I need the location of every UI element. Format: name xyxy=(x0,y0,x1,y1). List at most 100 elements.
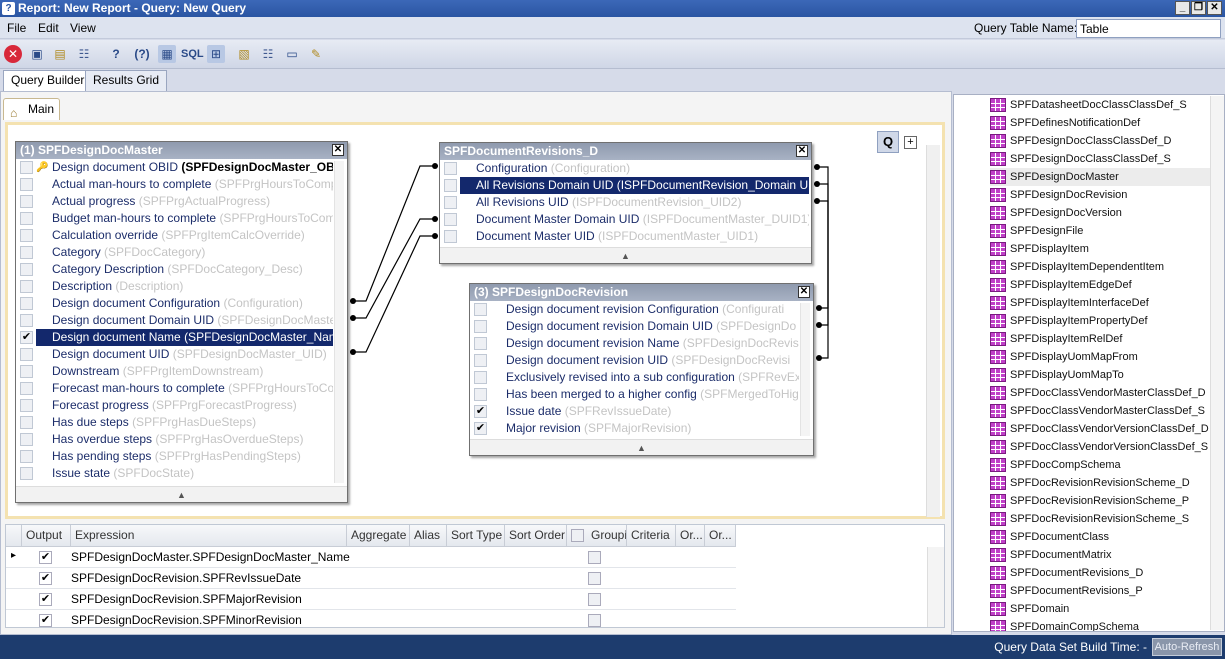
tree-item[interactable]: SPFDisplayItemDependentItem xyxy=(990,258,1210,276)
grid-header-or-2[interactable]: Or... xyxy=(705,525,736,547)
table-column-row[interactable]: Budget man-hours to complete (SPFPrgHour… xyxy=(16,210,333,227)
tree-item[interactable]: SPFDocumentMatrix xyxy=(990,546,1210,564)
table-column-row[interactable]: Has due steps (SPFPrgHasDueSteps) xyxy=(16,414,333,431)
column-checkbox[interactable] xyxy=(20,399,33,412)
column-checkbox[interactable] xyxy=(444,196,457,209)
table-column-row[interactable]: Exclusively revised into a sub configura… xyxy=(470,369,799,386)
grouping-checkbox[interactable] xyxy=(588,614,601,627)
tree-item[interactable]: SPFDocCompSchema xyxy=(990,456,1210,474)
table-tree[interactable]: SPFDatasheetDocClassClassDef_S SPFDefines… xyxy=(953,94,1225,632)
table-column-row[interactable]: Description (Description) xyxy=(16,278,333,295)
column-checkbox[interactable] xyxy=(20,246,33,259)
column-checkbox[interactable] xyxy=(20,365,33,378)
table-header[interactable]: (1) SPFDesignDocMaster ✕ xyxy=(16,142,347,159)
tree-item[interactable]: SPFDocClassVendorMasterClassDef_S xyxy=(990,402,1210,420)
expression-cell[interactable]: SPFDesignDocRevision.SPFMajorRevision xyxy=(71,592,302,606)
tree-item[interactable]: SPFDocumentClass xyxy=(990,528,1210,546)
tree-item[interactable]: SPFDesignDocClassClassDef_D xyxy=(990,132,1210,150)
table-scrollbar[interactable] xyxy=(334,161,344,483)
tree-item[interactable]: SPFDisplayUomMapTo xyxy=(990,366,1210,384)
grouping-checkbox[interactable] xyxy=(588,551,601,564)
table-column-row[interactable]: Design document revision Configuration (… xyxy=(470,301,799,318)
tree-item[interactable]: SPFDesignFile xyxy=(990,222,1210,240)
tree-item[interactable]: SPFDesignDocMaster xyxy=(990,168,1210,186)
auto-refresh-button[interactable]: Auto-Refresh xyxy=(1152,638,1222,656)
table-header[interactable]: SPFDocumentRevisions_D ✕ xyxy=(440,143,811,160)
collapse-table-icon[interactable]: ▲ xyxy=(16,486,347,502)
table-column-row[interactable]: Design document Configuration (Configura… xyxy=(16,295,333,312)
table-column-row[interactable]: Design document UID (SPFDesignDocMaster_… xyxy=(16,346,333,363)
column-checkbox[interactable] xyxy=(20,280,33,293)
column-checkbox[interactable] xyxy=(444,179,457,192)
output-checkbox[interactable]: ✔ xyxy=(39,593,52,606)
table-column-row[interactable]: Document Master Domain UID (ISPFDocument… xyxy=(440,211,809,228)
tree-item[interactable]: SPFDefinesNotificationDef xyxy=(990,114,1210,132)
column-checkbox[interactable] xyxy=(20,450,33,463)
tree-item[interactable]: SPFDocClassVendorMasterClassDef_D xyxy=(990,384,1210,402)
tree-item[interactable]: SPFDisplayItem xyxy=(990,240,1210,258)
grid-header-aggregate[interactable]: Aggregate xyxy=(347,525,410,547)
table-column-row[interactable]: Has pending steps (SPFPrgHasPendingSteps… xyxy=(16,448,333,465)
table-column-row[interactable]: Design document revision UID (SPFDesignD… xyxy=(470,352,799,369)
grid-header-sort-type[interactable]: Sort Type xyxy=(447,525,505,547)
column-checkbox[interactable] xyxy=(20,416,33,429)
grid-header-or-1[interactable]: Or... xyxy=(676,525,705,547)
expression-cell[interactable]: SPFDesignDocMaster.SPFDesignDocMaster_Na… xyxy=(71,550,350,564)
column-checkbox[interactable] xyxy=(20,195,33,208)
table-column-row[interactable]: Category Description (SPFDocCategory_Des… xyxy=(16,261,333,278)
tree-item[interactable]: SPFDomainCompSchema xyxy=(990,618,1210,631)
table-spfdesigndocmaster[interactable]: (1) SPFDesignDocMaster ✕ 🔑 Design document… xyxy=(15,141,348,503)
tree-item[interactable]: SPFDisplayItemInterfaceDef xyxy=(990,294,1210,312)
minimize-button[interactable]: _ xyxy=(1175,1,1190,15)
table-column-row[interactable]: Actual progress (SPFPrgActualProgress) xyxy=(16,193,333,210)
column-checkbox[interactable] xyxy=(20,229,33,242)
column-checkbox[interactable] xyxy=(20,314,33,327)
zoom-plus-button[interactable]: + xyxy=(904,136,917,149)
column-checkbox[interactable] xyxy=(474,320,487,333)
grid-row[interactable]: ▸ ✔ SPFDesignDocMaster.SPFDesignDocMaster_… xyxy=(6,547,736,568)
canvas-scrollbar[interactable] xyxy=(926,145,940,517)
tree-item[interactable]: SPFDocRevisionRevisionScheme_D xyxy=(990,474,1210,492)
column-checkbox[interactable]: ✔ xyxy=(474,422,487,435)
column-checkbox[interactable] xyxy=(474,371,487,384)
query-table-name-input[interactable]: Table xyxy=(1076,19,1221,38)
tree-item[interactable]: SPFDocRevisionRevisionScheme_S xyxy=(990,510,1210,528)
column-checkbox[interactable] xyxy=(474,388,487,401)
table-column-row[interactable]: All Revisions Domain UID (ISPFDocumentRe… xyxy=(440,177,809,194)
column-checkbox[interactable] xyxy=(20,263,33,276)
grid-header-output[interactable]: Output xyxy=(22,525,71,547)
grid-row[interactable]: ✔ SPFDesignDocRevision.SPFMajorRevision xyxy=(6,589,736,610)
column-checkbox[interactable] xyxy=(20,178,33,191)
tree-item[interactable]: SPFDisplayItemRelDef xyxy=(990,330,1210,348)
tree-item[interactable]: SPFDocumentRevisions_D xyxy=(990,564,1210,582)
table-column-row[interactable]: All Revisions UID (ISPFDocumentRevision_… xyxy=(440,194,809,211)
tree-item[interactable]: SPFDocClassVendorVersionClassDef_D xyxy=(990,420,1210,438)
tree-item[interactable]: SPFDisplayItemEdgeDef xyxy=(990,276,1210,294)
table-column-row[interactable]: Issue state (SPFDocState) xyxy=(16,465,333,482)
table-column-row[interactable]: Has overdue steps (SPFPrgHasOverdueSteps… xyxy=(16,431,333,448)
tree-item[interactable]: SPFDomain xyxy=(990,600,1210,618)
column-checkbox[interactable]: ✔ xyxy=(474,405,487,418)
table-column-row[interactable]: ✔ Major revision (SPFMajorRevision) xyxy=(470,420,799,437)
collapse-table-icon[interactable]: ▲ xyxy=(470,439,813,455)
grouping-checkbox[interactable] xyxy=(588,572,601,585)
table-column-row[interactable]: Design document revision Domain UID (SPF… xyxy=(470,318,799,335)
grid-row[interactable]: ✔ SPFDesignDocRevision.SPFMinorRevision xyxy=(6,610,736,627)
table-column-row[interactable]: Calculation override (SPFPrgItemCalcOver… xyxy=(16,227,333,244)
grid-header-expression[interactable]: Expression xyxy=(71,525,347,547)
tree-item[interactable]: SPFDocumentRevisions_P xyxy=(990,582,1210,600)
grouping-checkbox[interactable] xyxy=(571,529,584,542)
table-spfdesigndocrevision[interactable]: (3) SPFDesignDocRevision ✕ Design documen… xyxy=(469,283,814,456)
column-checkbox[interactable] xyxy=(20,348,33,361)
tree-item[interactable]: SPFDesignDocVersion xyxy=(990,204,1210,222)
expression-cell[interactable]: SPFDesignDocRevision.SPFMinorRevision xyxy=(71,613,302,627)
grid-header-criteria[interactable]: Criteria xyxy=(627,525,676,547)
column-checkbox[interactable] xyxy=(20,433,33,446)
column-checkbox[interactable] xyxy=(474,303,487,316)
table-column-row[interactable]: Design document Domain UID (SPFDesignDoc… xyxy=(16,312,333,329)
table-scrollbar[interactable] xyxy=(800,303,810,436)
column-checkbox[interactable] xyxy=(20,382,33,395)
table-column-row[interactable]: Forecast man-hours to complete (SPFPrgHo… xyxy=(16,380,333,397)
expression-cell[interactable]: SPFDesignDocRevision.SPFRevIssueDate xyxy=(71,571,301,585)
grid-row[interactable]: ✔ SPFDesignDocRevision.SPFRevIssueDate xyxy=(6,568,736,589)
